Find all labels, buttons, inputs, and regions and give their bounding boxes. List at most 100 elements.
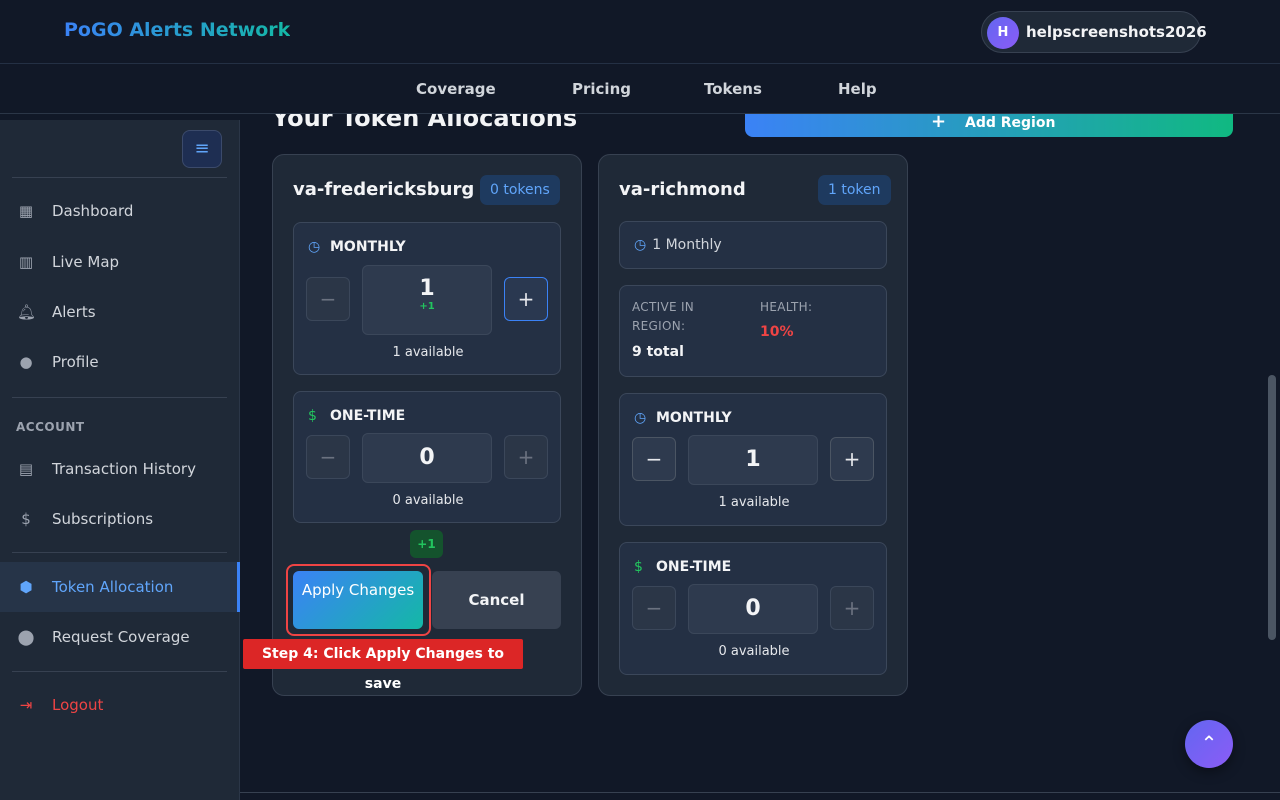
monthly-value-number: 1	[419, 276, 435, 301]
sidebar-item-label: Profile	[52, 353, 99, 371]
clock-icon: ◷	[634, 237, 647, 253]
plus-icon: +	[931, 111, 947, 132]
active-in-region-value: 9 total	[632, 344, 684, 360]
sidebar-item-label: Alerts	[52, 303, 96, 321]
monthly-value[interactable]: 1 +1	[362, 265, 492, 335]
logout-icon: ⇥	[19, 696, 33, 714]
monthly-available: 1 available	[718, 495, 790, 510]
monthly-decrement-button[interactable]: −	[632, 437, 676, 481]
dollar-icon: $	[634, 559, 643, 575]
sidebar-item-label: Token Allocation	[52, 578, 174, 596]
map-icon: ▥	[18, 253, 34, 271]
one-time-heading: $ ONE-TIME	[308, 408, 406, 424]
monthly-value-number: 1	[745, 447, 761, 472]
cancel-button[interactable]: Cancel	[432, 571, 561, 629]
nav-pricing[interactable]: Pricing	[572, 80, 631, 98]
region-name: va-fredericksburg	[293, 179, 475, 200]
clock-icon: ◷	[308, 239, 321, 255]
sidebar-item-alerts[interactable]: 🔔︎ Alerts	[0, 290, 240, 334]
bell-icon: 🔔︎	[17, 303, 37, 321]
sidebar: ≡ ▦ Dashboard ▥ Live Map 🔔︎ Alerts ● Pro…	[0, 120, 240, 800]
region-card-richmond: va-richmond 1 token ◷ 1 Monthly ACTIVE IN…	[598, 154, 908, 696]
sidebar-item-label: Transaction History	[52, 460, 196, 478]
monthly-increment-button[interactable]: +	[830, 437, 874, 481]
one-time-increment-button[interactable]: +	[504, 435, 548, 479]
sidebar-item-label: Subscriptions	[52, 510, 154, 528]
one-time-value-number: 0	[745, 596, 761, 621]
sidebar-item-request-coverage[interactable]: ⬤ Request Coverage	[0, 615, 240, 659]
region-name: va-richmond	[619, 179, 746, 200]
monthly-heading: ◷ MONTHLY	[308, 239, 406, 255]
top-header: PoGO Alerts Network H helpscreenshots202…	[0, 0, 1280, 64]
monthly-value[interactable]: 1	[688, 435, 818, 485]
nav-coverage[interactable]: Coverage	[416, 80, 496, 98]
receipt-icon: ▤	[18, 460, 34, 478]
one-time-value[interactable]: 0	[362, 433, 492, 483]
dashboard-icon: ▦	[18, 202, 34, 220]
step-instruction-tooltip: Step 4: Click Apply Changes to save	[243, 639, 523, 692]
health-value: 10%	[760, 324, 794, 340]
monthly-panel: ◷ MONTHLY − 1 +1 + 1 available	[293, 222, 561, 375]
scroll-to-top-button[interactable]: ⌃	[1185, 720, 1233, 768]
divider	[12, 671, 227, 672]
one-time-available: 0 available	[392, 493, 464, 508]
divider	[12, 552, 227, 553]
active-in-region-label: ACTIVE IN REGION:	[632, 300, 695, 333]
one-time-decrement-button[interactable]: −	[306, 435, 350, 479]
location-pin-icon: ⬤	[17, 628, 35, 646]
sidebar-item-live-map[interactable]: ▥ Live Map	[0, 240, 240, 284]
person-icon: ●	[19, 353, 33, 371]
token-icon: ⬢	[19, 578, 33, 596]
nav-tokens[interactable]: Tokens	[704, 80, 762, 98]
sidebar-item-profile[interactable]: ● Profile	[0, 340, 240, 384]
one-time-value[interactable]: 0	[688, 584, 818, 634]
dollar-circle-icon: $	[21, 510, 31, 528]
sidebar-item-transaction-history[interactable]: ▤ Transaction History	[0, 447, 240, 491]
divider	[12, 397, 227, 398]
sidebar-item-dashboard[interactable]: ▦ Dashboard	[0, 189, 240, 233]
health-label: HEALTH:	[760, 300, 813, 314]
sidebar-item-label: Request Coverage	[52, 628, 190, 646]
divider	[12, 177, 227, 178]
monthly-decrement-button[interactable]: −	[306, 277, 350, 321]
one-time-value-number: 0	[419, 445, 435, 470]
footer-divider	[240, 792, 1280, 793]
one-time-available: 0 available	[718, 644, 790, 659]
sidebar-item-label: Dashboard	[52, 202, 134, 220]
pending-change-badge: +1	[410, 530, 443, 558]
avatar: H	[987, 17, 1019, 49]
clock-icon: ◷	[634, 410, 647, 426]
menu-toggle-icon[interactable]: ≡	[182, 130, 222, 168]
brand-logo[interactable]: PoGO Alerts Network	[64, 19, 290, 41]
sidebar-item-label: Live Map	[52, 253, 120, 271]
sidebar-item-subscriptions[interactable]: $ Subscriptions	[0, 497, 240, 541]
one-time-decrement-button[interactable]: −	[632, 586, 676, 630]
current-plan: ◷ 1 Monthly	[634, 237, 722, 253]
monthly-heading: ◷ MONTHLY	[634, 410, 732, 426]
dollar-icon: $	[308, 408, 317, 424]
add-region-button[interactable]: + Add Region	[745, 111, 1233, 137]
user-menu[interactable]: H helpscreenshots2026	[981, 11, 1207, 53]
one-time-increment-button[interactable]: +	[830, 586, 874, 630]
monthly-panel: ◷ MONTHLY − 1 + 1 available	[619, 393, 887, 526]
username: helpscreenshots2026	[1026, 23, 1207, 41]
one-time-panel: $ ONE-TIME − 0 + 0 available	[293, 391, 561, 523]
monthly-delta: +1	[419, 301, 435, 312]
sidebar-item-label: Logout	[52, 696, 104, 714]
current-plan-box: ◷ 1 Monthly	[619, 221, 887, 269]
account-section-label: ACCOUNT	[16, 420, 85, 434]
sidebar-item-logout[interactable]: ⇥ Logout	[0, 683, 240, 727]
add-region-label: Add Region	[965, 115, 1056, 131]
monthly-available: 1 available	[392, 345, 464, 360]
monthly-increment-button[interactable]: +	[504, 277, 548, 321]
chevron-up-icon: ⌃	[1200, 731, 1218, 755]
one-time-panel: $ ONE-TIME − 0 + 0 available	[619, 542, 887, 675]
sidebar-item-token-allocation[interactable]: ⬢ Token Allocation	[0, 562, 240, 612]
region-stats-box: ACTIVE IN REGION: 9 total HEALTH: 10%	[619, 285, 887, 377]
apply-changes-button[interactable]: Apply Changes	[293, 571, 423, 629]
main-nav: Coverage Pricing Tokens Help	[0, 64, 1280, 114]
token-count-badge: 0 tokens	[480, 175, 560, 205]
page-scrollbar[interactable]	[1268, 375, 1276, 640]
token-count-badge: 1 token	[818, 175, 891, 205]
nav-help[interactable]: Help	[838, 80, 877, 98]
